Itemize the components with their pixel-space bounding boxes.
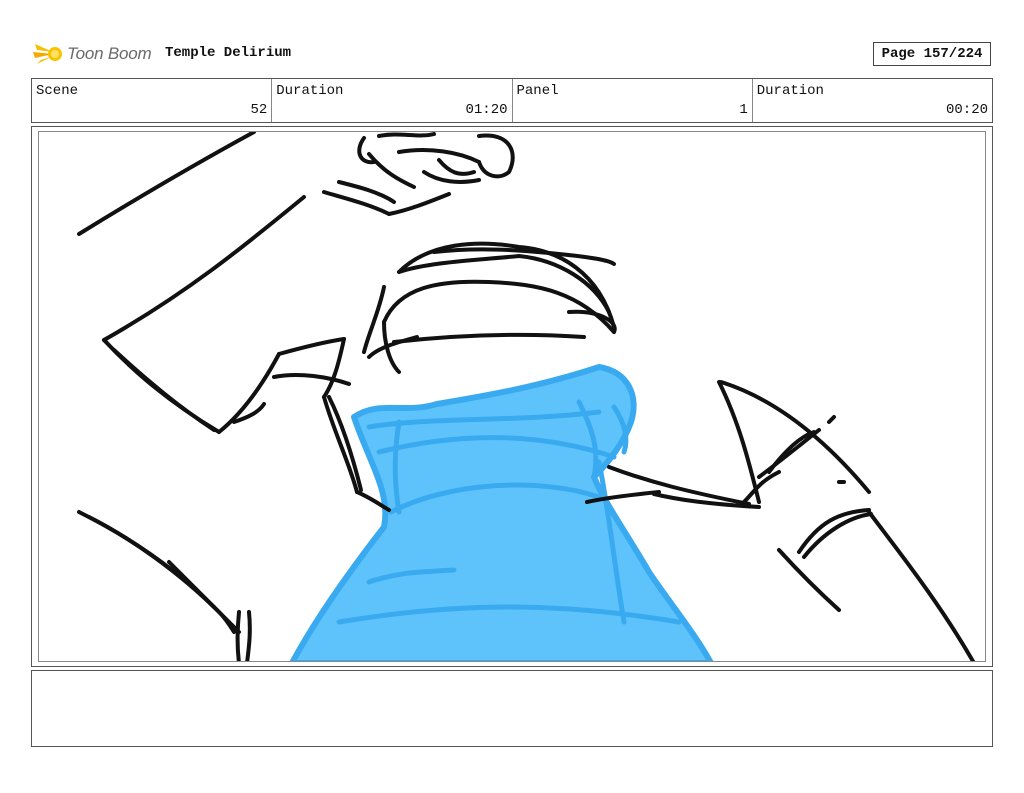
sun-star-icon: [33, 44, 62, 64]
brand-name: Toon Boom: [67, 44, 152, 63]
scene-duration-cell: Duration 01:20: [272, 79, 513, 122]
scene-cell: Scene 52: [32, 79, 273, 122]
panel-duration-cell: Duration 00:20: [753, 79, 992, 122]
scene-number: 52: [250, 102, 268, 118]
panel-label: Panel: [516, 83, 559, 99]
storyboard-sketch: [77, 132, 976, 661]
panel-cell: Panel 1: [513, 79, 753, 122]
storyboard-drawing-area: [38, 131, 986, 662]
page-indicator: Page 157/224: [873, 42, 991, 66]
panel-notes-box: [31, 670, 993, 747]
scene-info-row: Scene 52 Duration 01:20 Panel 1 Duration…: [31, 78, 993, 123]
panel-duration-label: Duration: [756, 83, 824, 99]
panel-duration-value: 00:20: [945, 102, 988, 118]
scene-duration-label: Duration: [276, 83, 344, 99]
panel-number: 1: [739, 102, 748, 118]
scene-duration-value: 01:20: [465, 102, 508, 118]
scene-label: Scene: [36, 83, 79, 99]
project-title: Temple Delirium: [165, 45, 292, 61]
storyboard-panel-frame: [31, 126, 993, 667]
toon-boom-logo: Toon Boom: [33, 38, 152, 70]
